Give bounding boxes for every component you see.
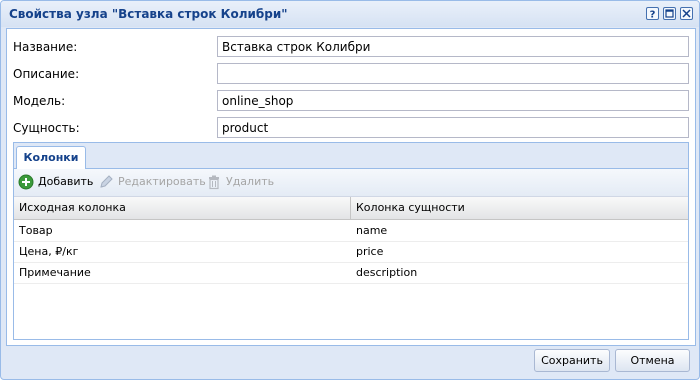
column-header-entity[interactable]: Колонка сущности [351,197,688,219]
table-row[interactable]: Товар name [14,221,688,242]
dialog-body: Название: Описание: Модель: Сущность: Ко… [6,28,696,346]
edit-button-label: Редактировать [118,175,206,188]
help-icon[interactable]: ? [646,7,659,20]
add-circle-icon [18,174,34,190]
save-button[interactable]: Сохранить [534,349,610,372]
model-field[interactable] [217,90,689,111]
pencil-icon [100,175,113,188]
cell-source: Товар [19,224,53,237]
grid-toolbar: Добавить Редактировать Удалить [14,169,688,197]
trash-icon [209,175,219,190]
entity-field[interactable] [217,117,689,138]
grid-header: Исходная колонка Колонка сущности [14,197,688,220]
cancel-button[interactable]: Отмена [615,349,690,372]
cell-source: Цена, ₽/кг [19,245,79,258]
delete-button[interactable]: Удалить [206,173,276,191]
maximize-icon[interactable] [663,7,676,20]
cell-entity: price [356,245,384,258]
cell-source: Примечание [19,266,91,279]
svg-text:?: ? [650,10,656,20]
name-field[interactable] [217,36,689,57]
table-row[interactable]: Примечание description [14,263,688,284]
add-button[interactable]: Добавить [18,173,98,191]
dialog-title: Свойства узла "Вставка строк Колибри" [9,7,288,21]
table-row[interactable]: Цена, ₽/кг price [14,242,688,263]
entity-label: Сущность: [13,121,80,135]
model-label: Модель: [13,94,66,108]
dialog-titlebar[interactable]: Свойства узла "Вставка строк Колибри" ? [1,1,699,27]
node-properties-dialog: Свойства узла "Вставка строк Колибри" ? … [0,0,700,380]
tab-strip: Колонки [14,143,688,169]
edit-button[interactable]: Редактировать [98,173,210,191]
close-icon[interactable] [680,7,693,20]
columns-tab-panel: Колонки Добавить Редактировать Удалить И… [13,142,689,340]
delete-button-label: Удалить [226,175,275,188]
cell-entity: name [356,224,388,237]
description-label: Описание: [13,67,80,81]
tab-columns[interactable]: Колонки [16,146,86,169]
cell-entity: description [356,266,418,279]
add-button-label: Добавить [38,175,94,188]
name-label: Название: [13,40,78,54]
column-header-source[interactable]: Исходная колонка [14,197,351,219]
description-field[interactable] [217,63,689,84]
